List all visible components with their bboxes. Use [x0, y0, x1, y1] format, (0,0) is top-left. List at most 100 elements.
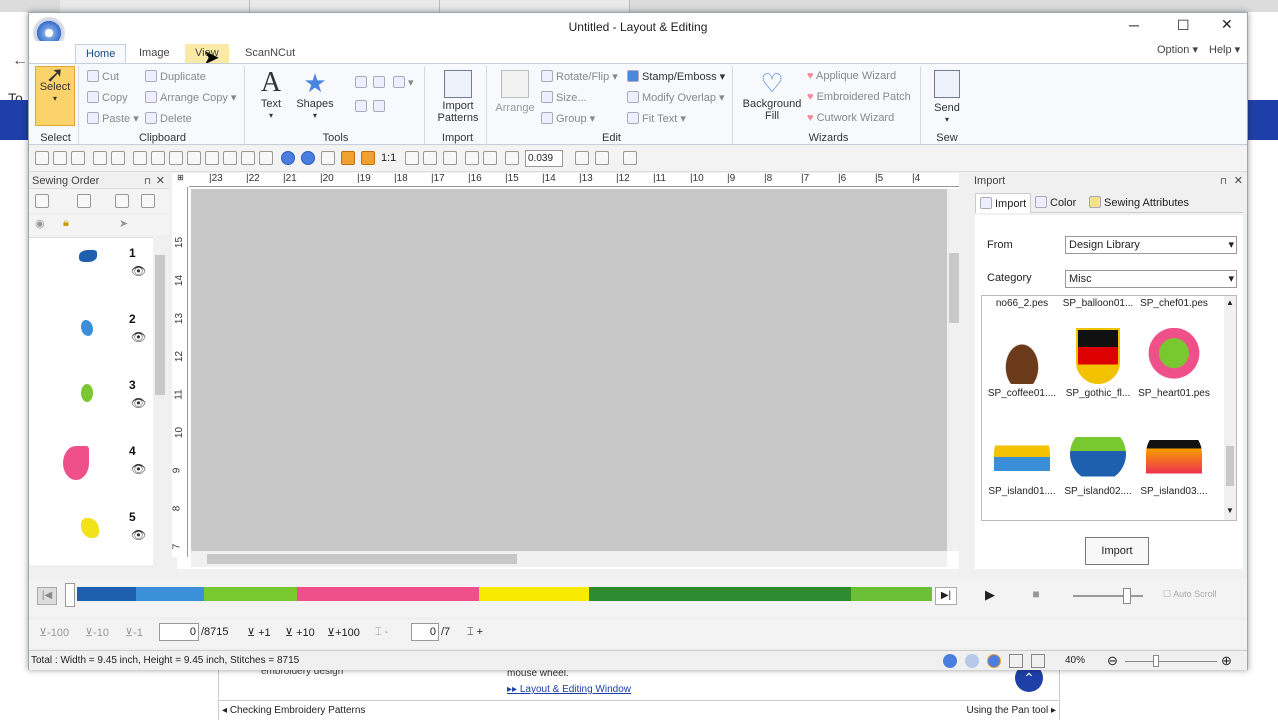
zoom-out-icon[interactable]: ⊖: [1107, 651, 1118, 671]
view-icon[interactable]: [133, 151, 147, 165]
highlight-icon[interactable]: [361, 151, 375, 165]
stitch-view-icon[interactable]: [281, 151, 295, 165]
design-item-label[interactable]: no66_2.pes: [982, 298, 1062, 309]
pin-icon[interactable]: ⊓: [144, 173, 151, 189]
view-icon[interactable]: [241, 151, 255, 165]
lock-icon[interactable]: 🔒︎: [63, 217, 69, 230]
design-item-label[interactable]: SP_balloon01...: [1058, 298, 1138, 309]
design-item-label[interactable]: SP_chef01.pes: [1134, 298, 1214, 309]
zoom-out-button[interactable]: [373, 76, 388, 89]
realistic-view-icon[interactable]: [301, 151, 315, 165]
select-tool-icon[interactable]: [595, 151, 609, 165]
pan-button[interactable]: [355, 100, 370, 113]
design-item[interactable]: SP_island01....: [982, 426, 1062, 497]
design-item[interactable]: SP_coffee01....: [982, 328, 1062, 399]
eye-icon[interactable]: 👁︎: [131, 396, 146, 410]
zoom-slider[interactable]: [1125, 655, 1217, 667]
back-arrow-icon[interactable]: ←: [12, 52, 28, 70]
sewing-item[interactable]: 4 👁︎: [51, 438, 146, 498]
open-icon[interactable]: [53, 151, 67, 165]
send-button[interactable]: Send ▾: [927, 70, 967, 126]
close-button[interactable]: ✕: [1221, 16, 1233, 33]
scroll-up-icon[interactable]: ▲: [1224, 298, 1236, 307]
from-select[interactable]: Design Library: [1065, 236, 1237, 254]
maximize-button[interactable]: ☐: [1177, 17, 1190, 34]
cut-button[interactable]: Cut: [87, 70, 119, 83]
tab-import[interactable]: Import: [975, 193, 1032, 213]
layout-editing-link[interactable]: ▸▸ Layout & Editing Window: [507, 684, 631, 695]
delete-button[interactable]: Delete: [145, 112, 192, 125]
zoom-slider-thumb[interactable]: [1153, 655, 1159, 667]
view-icon[interactable]: [223, 151, 237, 165]
progress-slider-thumb[interactable]: [65, 583, 75, 607]
import-patterns-button[interactable]: Import Patterns: [433, 70, 483, 124]
actual-size-button[interactable]: 1:1: [381, 152, 396, 164]
speed-slider[interactable]: [1073, 588, 1143, 604]
eye-icon[interactable]: 👁︎: [131, 330, 146, 344]
play-button[interactable]: ▶: [975, 587, 1005, 605]
category-select[interactable]: Misc: [1065, 270, 1237, 288]
cursor-icon[interactable]: ➤: [119, 217, 128, 230]
minimize-button[interactable]: ─: [1129, 17, 1139, 33]
view-icon[interactable]: [151, 151, 165, 165]
design-item[interactable]: SP_gothic_fl...: [1058, 328, 1138, 399]
arrange-copy-button[interactable]: Arrange Copy ▾: [145, 91, 236, 104]
rotate-flip-button[interactable]: Rotate/Flip ▾: [541, 70, 618, 83]
prev-page-link[interactable]: ◂ Checking Embroidery Patterns: [222, 705, 365, 716]
sewing-item[interactable]: 5 👁︎: [51, 504, 146, 564]
forward-10-button[interactable]: ⊻ +10: [285, 626, 315, 639]
library-scrollbar[interactable]: ▲ ▼: [1224, 296, 1236, 520]
group-button[interactable]: Group ▾: [541, 112, 595, 125]
stop-button[interactable]: ■: [1027, 587, 1045, 605]
background-fill-button[interactable]: ♡ Background Fill: [739, 68, 805, 122]
duplicate-button[interactable]: Duplicate: [145, 70, 206, 83]
sewing-order-scrollbar[interactable]: [153, 237, 167, 565]
highlight-icon[interactable]: [341, 151, 355, 165]
scrollbar-thumb[interactable]: [207, 554, 517, 564]
select-button[interactable]: ➚ Select ▾: [35, 64, 75, 126]
view-icon[interactable]: [169, 151, 183, 165]
grid-view-icon[interactable]: [1009, 654, 1023, 668]
measure-button[interactable]: [373, 100, 388, 113]
applique-wizard-button[interactable]: ♥ Applique Wizard: [807, 70, 896, 82]
zoom-value-input[interactable]: 0.039: [525, 150, 563, 167]
import-button[interactable]: Import: [1085, 537, 1149, 565]
zoom-out-icon[interactable]: [483, 151, 497, 165]
paste-button[interactable]: Paste ▾: [87, 112, 139, 125]
tab-image[interactable]: Image: [129, 44, 180, 63]
eye-icon[interactable]: 👁︎: [131, 528, 146, 542]
view-icon[interactable]: [259, 151, 273, 165]
zoom-icon[interactable]: [443, 151, 457, 165]
zoom-fit-icon[interactable]: [423, 151, 437, 165]
tab-color[interactable]: Color: [1035, 196, 1076, 209]
scrollbar-thumb[interactable]: [155, 255, 165, 395]
frame-icon[interactable]: [141, 194, 155, 208]
drawing-area[interactable]: [191, 189, 947, 551]
view-mode-icon[interactable]: [35, 194, 49, 208]
forward-100-button[interactable]: ⊻+100: [327, 626, 360, 639]
arrange-button[interactable]: Arrange: [493, 70, 537, 114]
undo-icon[interactable]: [93, 151, 107, 165]
zoom-in-icon[interactable]: ⊕: [1221, 651, 1232, 671]
fit-text-button[interactable]: Fit Text ▾: [627, 112, 686, 125]
tab-home[interactable]: Home: [75, 44, 127, 63]
speed-slider-thumb[interactable]: [1123, 588, 1131, 604]
canvas-hscroll[interactable]: [191, 551, 947, 567]
design-item[interactable]: SP_island03....: [1134, 426, 1214, 497]
frame-current-input[interactable]: 0: [411, 623, 439, 641]
new-icon[interactable]: [35, 151, 49, 165]
zoom-fit-button[interactable]: ▾: [393, 76, 414, 89]
next-page-link[interactable]: Using the Pan tool ▸: [966, 705, 1056, 716]
hoop-view-icon[interactable]: [1031, 654, 1045, 668]
back-1-button[interactable]: ⊻-1: [125, 626, 143, 639]
go-to-end-button[interactable]: ▶|: [935, 587, 957, 605]
design-item[interactable]: SP_heart01.pes: [1134, 328, 1214, 399]
realistic-view-icon[interactable]: [965, 654, 979, 668]
sewing-item[interactable]: 3 👁︎: [51, 372, 146, 432]
eye-icon[interactable]: ◉: [35, 217, 45, 230]
copy-button[interactable]: Copy: [87, 91, 128, 104]
design-item[interactable]: SP_island02....: [1058, 426, 1138, 497]
option-menu[interactable]: Option ▾: [1157, 43, 1198, 56]
close-panel-icon[interactable]: ✕: [156, 173, 165, 189]
frame-icon[interactable]: [575, 151, 589, 165]
